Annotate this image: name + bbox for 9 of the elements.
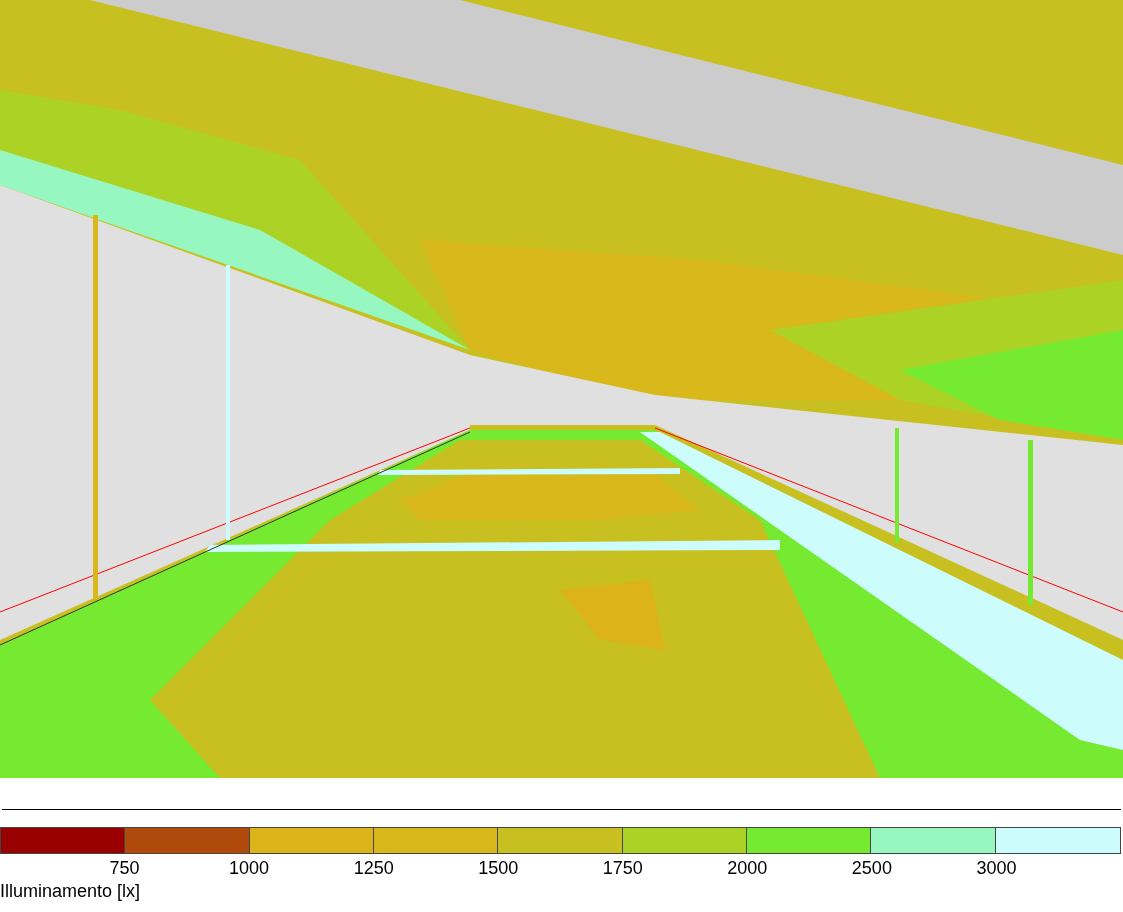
legend-value: 3000 xyxy=(976,858,1017,879)
legend-value: 1750 xyxy=(602,858,643,879)
legend-value: 1500 xyxy=(478,858,519,879)
legend-value: 2500 xyxy=(851,858,892,879)
legend-value: 2000 xyxy=(727,858,768,879)
legend-value: 750 xyxy=(109,858,140,879)
legend-title: Illuminamento [lx] xyxy=(0,880,142,902)
legend-value: 1000 xyxy=(229,858,270,879)
legend-value: 1250 xyxy=(353,858,394,879)
